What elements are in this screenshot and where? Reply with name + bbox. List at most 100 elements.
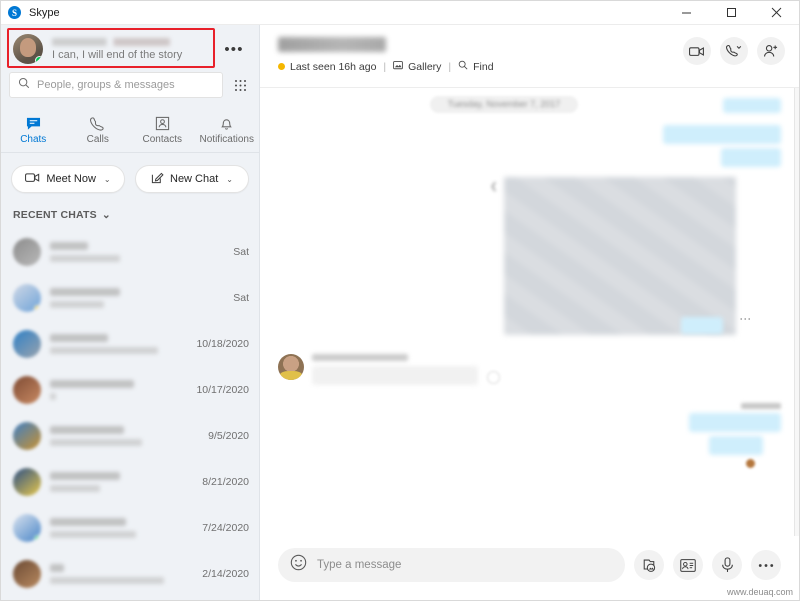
chat-list-item[interactable]: Sat [1, 229, 259, 275]
message-row[interactable] [278, 148, 781, 167]
message-bubble-outgoing[interactable] [689, 413, 781, 432]
chat-item-preview [50, 485, 100, 492]
chat-item-time: 10/17/2020 [196, 384, 249, 396]
chevron-down-icon[interactable]: ⌄ [102, 209, 111, 221]
message-bubble-outgoing[interactable] [709, 436, 763, 455]
chat-item-preview [50, 531, 136, 538]
profile-section: I can, I will end of the story ••• [1, 25, 259, 70]
close-icon[interactable] [754, 1, 799, 25]
avatar[interactable] [13, 422, 41, 450]
chat-list-item[interactable]: Sat [1, 275, 259, 321]
message-scrollbar[interactable] [794, 88, 799, 536]
find-link[interactable]: Find [473, 61, 493, 73]
more-options-button[interactable] [751, 550, 781, 580]
bell-icon [219, 114, 234, 131]
conversation-title[interactable] [278, 37, 386, 52]
sidebar-tabs: Chats Calls Contacts Notifications [1, 106, 259, 153]
presence-indicator [35, 56, 43, 64]
profile-row[interactable]: I can, I will end of the story ••• [7, 30, 253, 68]
image-attachment[interactable] [503, 177, 736, 335]
chat-list-item[interactable]: 9/5/2020 [1, 413, 259, 459]
message-list[interactable]: Tuesday, November 7, 2017 ❮ ⋮ [260, 88, 799, 536]
skype-logo-icon: S [8, 6, 21, 19]
avatar[interactable] [13, 34, 43, 64]
avatar[interactable] [13, 514, 41, 542]
avatar[interactable] [13, 284, 41, 312]
chevron-left-icon[interactable]: ❮ [490, 177, 498, 192]
conversation-subheader: Last seen 16h ago | Gallery | Find [278, 60, 494, 73]
day-divider: Tuesday, November 7, 2017 [430, 96, 578, 113]
chat-item-body [50, 564, 194, 584]
chevron-down-icon[interactable]: ⌄ [104, 175, 111, 184]
tab-contacts[interactable]: Contacts [130, 106, 195, 152]
chat-item-body [50, 288, 225, 308]
avatar[interactable] [13, 238, 41, 266]
message-bubble-incoming[interactable] [312, 366, 478, 385]
message-row[interactable] [278, 125, 781, 144]
chat-item-time: 8/21/2020 [202, 476, 249, 488]
conversation-pane: Last seen 16h ago | Gallery | Find Tuesd… [260, 25, 799, 600]
message-bubble-outgoing[interactable] [681, 317, 723, 334]
avatar[interactable] [278, 354, 304, 380]
recent-chats-header[interactable]: RECENT CHATS ⌄ [1, 203, 259, 229]
chat-item-name [50, 242, 88, 250]
reaction-emoji[interactable] [746, 459, 755, 468]
avatar[interactable] [13, 560, 41, 588]
smiley-icon[interactable] [290, 554, 307, 576]
chat-list-item[interactable]: 7/24/2020 [1, 505, 259, 551]
app-title: Skype [29, 6, 60, 19]
add-people-button[interactable] [757, 37, 785, 65]
message-options-icon[interactable]: ⋮ [739, 313, 753, 325]
meet-now-button[interactable]: Meet Now ⌄ [11, 165, 125, 193]
voice-message-button[interactable] [712, 550, 742, 580]
message-row-image[interactable]: ❮ ⋮ [278, 177, 781, 335]
minimize-icon[interactable] [664, 1, 709, 25]
profile-mood-message[interactable]: I can, I will end of the story [52, 49, 221, 61]
conversation-header: Last seen 16h ago | Gallery | Find [260, 25, 799, 88]
message-row-incoming[interactable] [278, 354, 781, 385]
presence-indicator [34, 535, 41, 542]
chevron-down-icon[interactable]: ⌄ [226, 175, 233, 184]
chat-list-item[interactable]: 8/21/2020 [1, 459, 259, 505]
chat-list-item[interactable]: 10/18/2020 [1, 321, 259, 367]
send-media-button[interactable] [634, 550, 664, 580]
chat-item-time: 7/24/2020 [202, 522, 249, 534]
conversation-header-left: Last seen 16h ago | Gallery | Find [278, 33, 494, 73]
outgoing-group [278, 403, 781, 468]
chat-icon [26, 114, 41, 131]
message-bubble-outgoing[interactable] [721, 148, 781, 167]
profile-more-icon[interactable]: ••• [221, 36, 247, 62]
chat-item-preview [50, 439, 142, 446]
tab-notifications-label: Notifications [199, 133, 254, 145]
avatar[interactable] [13, 376, 41, 404]
tab-chats[interactable]: Chats [1, 106, 66, 152]
chat-list[interactable]: Sat Sat 10/18/2020 10/17/2020 9/5/2020 8/21/2… [1, 229, 259, 600]
find-icon [458, 60, 468, 73]
dialpad-icon[interactable] [229, 74, 251, 96]
chat-list-item[interactable]: 2/14/2020 [1, 551, 259, 597]
send-contact-button[interactable] [673, 550, 703, 580]
message-bubble-outgoing[interactable] [663, 125, 781, 144]
chat-item-name [50, 426, 124, 434]
search-row: People, groups & messages [1, 70, 259, 106]
chat-item-name [50, 334, 108, 342]
message-input[interactable]: Type a message [278, 548, 625, 582]
add-reaction-icon[interactable] [487, 371, 500, 384]
chat-list-item[interactable]: 10/17/2020 [1, 367, 259, 413]
avatar[interactable] [13, 468, 41, 496]
tab-calls[interactable]: Calls [66, 106, 131, 152]
search-input[interactable]: People, groups & messages [9, 72, 223, 98]
meet-now-label: Meet Now [46, 173, 96, 185]
new-chat-button[interactable]: New Chat ⌄ [135, 165, 249, 193]
gallery-link[interactable]: Gallery [408, 61, 441, 73]
video-call-button[interactable] [683, 37, 711, 65]
chat-list-item[interactable]: 2/13/2020 [1, 597, 259, 600]
maximize-icon[interactable] [709, 1, 754, 25]
avatar[interactable] [13, 330, 41, 358]
message-bubble-outgoing[interactable] [723, 98, 781, 113]
tab-notifications[interactable]: Notifications [195, 106, 260, 152]
separator: | [383, 60, 387, 73]
chat-item-name [50, 564, 64, 572]
tab-contacts-label: Contacts [142, 133, 182, 145]
audio-call-button[interactable] [720, 37, 748, 65]
